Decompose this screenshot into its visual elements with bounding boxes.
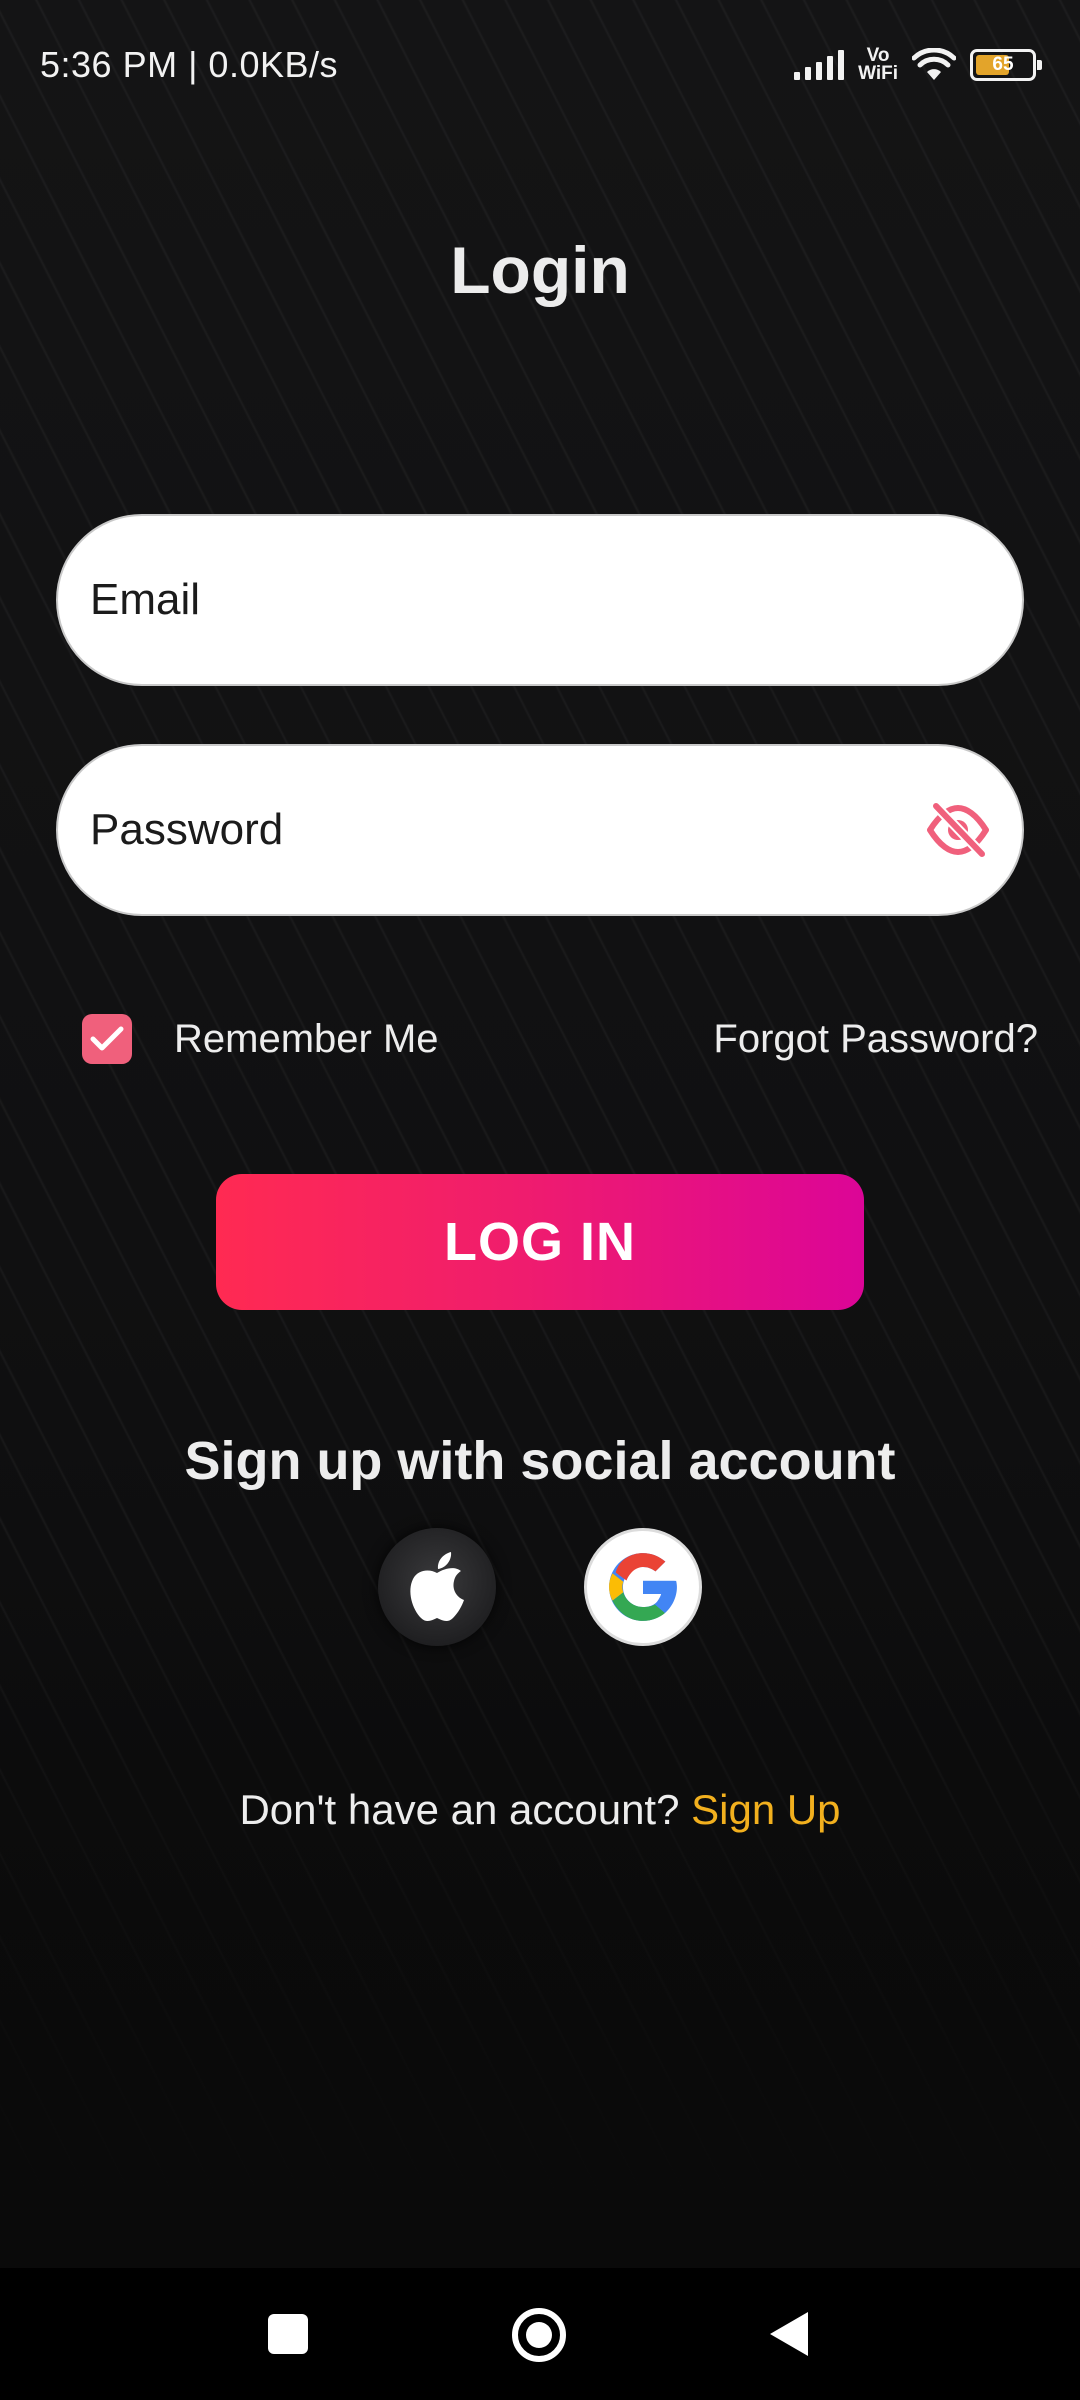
apple-icon — [410, 1552, 464, 1622]
status-icons: Vo WiFi 65 — [794, 42, 1042, 88]
recent-apps-icon[interactable] — [268, 2314, 308, 2354]
password-input[interactable] — [90, 805, 910, 855]
email-field[interactable] — [56, 514, 1024, 686]
eye-off-icon[interactable] — [926, 802, 990, 858]
google-icon — [609, 1553, 677, 1621]
login-button[interactable]: LOG IN — [216, 1174, 864, 1310]
password-field[interactable] — [56, 744, 1024, 916]
status-time-speed: 5:36 PM | 0.0KB/s — [40, 44, 338, 85]
apple-signin-button[interactable] — [378, 1528, 496, 1646]
email-input[interactable] — [90, 575, 910, 625]
google-signin-button[interactable] — [584, 1528, 702, 1646]
page-title: Login — [450, 233, 630, 307]
social-signup-title: Sign up with social account — [184, 1431, 896, 1491]
signup-link[interactable]: Sign Up — [691, 1786, 840, 1833]
forgot-password-link[interactable]: Forgot Password? — [713, 1017, 1038, 1062]
checkmark-icon — [90, 1026, 124, 1051]
back-icon[interactable] — [770, 2312, 808, 2356]
battery-icon: 65 — [970, 49, 1042, 81]
signup-prompt-text: Don't have an account? — [239, 1786, 692, 1833]
navigation-bar — [0, 2268, 1080, 2400]
remember-me-checkbox[interactable] — [82, 1014, 132, 1064]
signup-prompt-row: Don't have an account? Sign Up — [0, 1786, 1080, 1834]
vowifi-icon: Vo WiFi — [858, 46, 898, 84]
remember-me-label: Remember Me — [174, 1016, 439, 1061]
battery-level: 65 — [992, 54, 1014, 75]
home-icon[interactable] — [512, 2308, 566, 2362]
login-screen: Login Remember Me Forgot Password? LOG I… — [0, 0, 1080, 2268]
wifi-icon — [912, 48, 956, 80]
remember-me-row[interactable]: Remember Me — [82, 1014, 439, 1064]
status-bar: 5:36 PM | 0.0KB/s Vo WiFi 65 — [0, 0, 1080, 130]
signal-icon — [794, 50, 845, 80]
vowifi-line2: WiFi — [858, 63, 898, 84]
